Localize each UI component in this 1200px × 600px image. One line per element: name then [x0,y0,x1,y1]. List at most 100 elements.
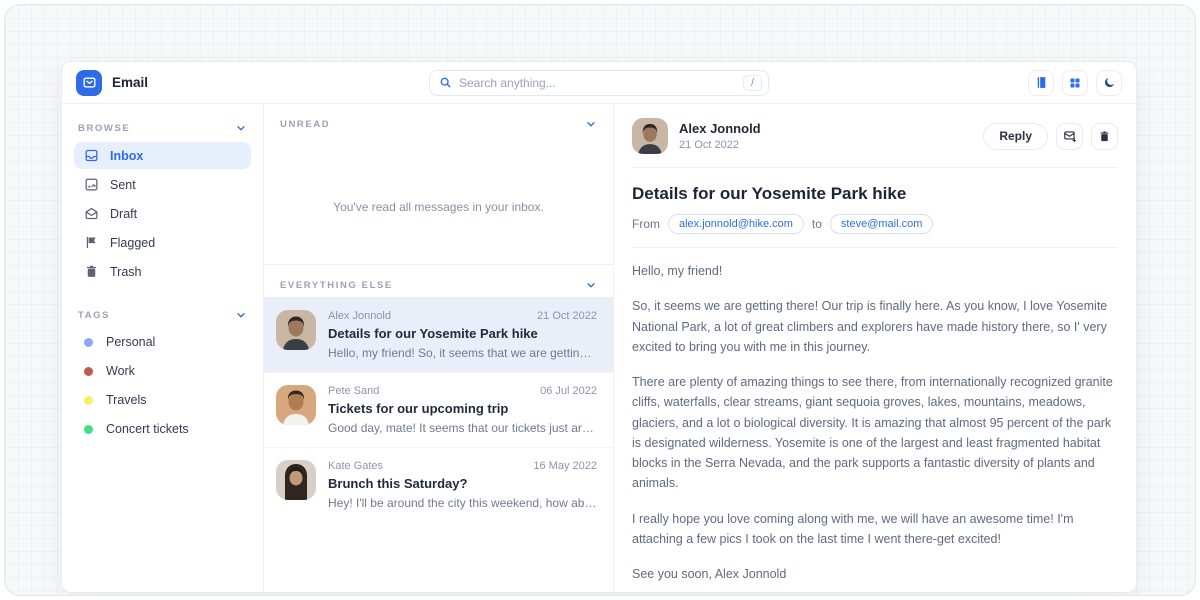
mail-sender: Pete Sand [328,385,379,397]
mail-preview: Hello, my friend! So, it seems that we a… [328,346,597,360]
envelope-forward-icon [1063,129,1077,143]
search-icon [439,76,452,89]
avatar [632,118,668,154]
mail-subject: Tickets for our upcoming trip [328,401,597,416]
sidebar-item-label: Inbox [110,149,143,163]
mail-list-item[interactable]: Alex Jonnold 21 Oct 2022 Details for our… [264,297,613,372]
mail-date: 16 May 2022 [533,460,597,472]
address-book-button[interactable] [1028,70,1054,96]
mail-item-meta: Pete Sand 06 Jul 2022 [328,385,597,397]
delete-mail-button[interactable] [1091,123,1118,150]
search-input[interactable] [459,76,743,90]
email-paragraph: See you soon, Alex Jonnold [632,564,1118,584]
apps-grid-button[interactable] [1062,70,1088,96]
detail-sender-name: Alex Jonnold [679,121,761,136]
tag-label: Personal [106,335,155,349]
email-paragraph: Hello, my friend! [632,261,1118,281]
everything-else-header[interactable]: EVERYTHING ELSE [278,273,599,297]
mail-item-meta: Alex Jonnold 21 Oct 2022 [328,310,597,322]
detail-subject: Details for our Yosemite Park hike [632,184,1118,204]
mail-sender: Kate Gates [328,460,383,472]
mail-subject: Brunch this Saturday? [328,476,597,491]
tag-color-dot [84,338,93,347]
topbar-actions [1028,70,1122,96]
search-shortcut-key: / [743,75,762,91]
mail-item-meta: Kate Gates 16 May 2022 [328,460,597,472]
avatar [276,385,316,425]
tag-color-dot [84,367,93,376]
tag-color-dot [84,425,93,434]
sidebar-item-flagged[interactable]: Flagged [74,229,251,256]
mail-subject: Details for our Yosemite Park hike [328,326,597,341]
trash-icon [1098,130,1111,143]
sidebar-item-sent[interactable]: Sent [74,171,251,198]
sidebar-item-label: Draft [110,207,137,221]
email-paragraph: So, it seems we are getting there! Our t… [632,296,1118,357]
sidebar-item-inbox[interactable]: Inbox [74,142,251,169]
unread-section: UNREAD You've read all messages in your … [264,104,613,264]
dark-mode-button[interactable] [1096,70,1122,96]
tags-section-label: TAGS [78,310,110,321]
email-body: Hello, my friend! So, it seems we are ge… [632,261,1118,584]
mail-item-body: Kate Gates 16 May 2022 Brunch this Satur… [328,460,597,510]
detail-actions: Reply [983,123,1118,150]
chevron-down-icon[interactable] [585,279,597,291]
mail-sender: Alex Jonnold [328,310,391,322]
tags-section-header[interactable]: TAGS [74,303,251,327]
email-logo-icon [76,70,102,96]
to-label: to [812,217,822,231]
from-address-chip[interactable]: alex.jonnold@hike.com [668,214,804,234]
apps-grid-icon [1069,77,1081,89]
mail-list-item[interactable]: Pete Sand 06 Jul 2022 Tickets for our up… [264,372,613,447]
mail-item-body: Pete Sand 06 Jul 2022 Tickets for our up… [328,385,597,435]
page-background: Email / [4,4,1196,596]
unread-section-header[interactable]: UNREAD [278,112,599,136]
tag-item-work[interactable]: Work [74,357,251,385]
mail-date: 21 Oct 2022 [537,310,597,322]
tag-item-personal[interactable]: Personal [74,328,251,356]
chevron-down-icon[interactable] [585,118,597,130]
tag-label: Travels [106,393,147,407]
sidebar: BROWSE Inbox [62,104,264,592]
tags-section: TAGS Personal Work Travels [74,303,251,443]
moon-icon [1103,76,1116,89]
search-bar[interactable]: / [429,70,769,96]
divider [632,247,1118,248]
tag-item-concert-tickets[interactable]: Concert tickets [74,415,251,443]
unread-section-label: UNREAD [280,119,330,130]
to-address-chip[interactable]: steve@mail.com [830,214,933,234]
tag-label: Concert tickets [106,422,189,436]
divider [632,167,1118,168]
sidebar-item-label: Trash [110,265,142,279]
mail-date: 06 Jul 2022 [540,385,597,397]
from-label: From [632,217,660,231]
everything-else-section: EVERYTHING ELSE [264,264,613,592]
browse-section-label: BROWSE [78,123,130,134]
chevron-down-icon[interactable] [235,309,247,321]
inbox-icon [84,148,99,163]
mail-item-body: Alex Jonnold 21 Oct 2022 Details for our… [328,310,597,360]
tag-color-dot [84,396,93,405]
main-columns: BROWSE Inbox [62,104,1136,592]
tag-item-travels[interactable]: Travels [74,386,251,414]
sidebar-item-draft[interactable]: Draft [74,200,251,227]
book-icon [1035,76,1048,89]
sidebar-item-trash[interactable]: Trash [74,258,251,285]
draft-icon [84,206,99,221]
mail-list-column: UNREAD You've read all messages in your … [264,104,614,592]
everything-else-label: EVERYTHING ELSE [280,280,393,291]
forward-mail-button[interactable] [1056,123,1083,150]
chevron-down-icon[interactable] [235,122,247,134]
unread-empty-message: You've read all messages in your inbox. [264,200,613,214]
reply-button[interactable]: Reply [983,123,1048,150]
sidebar-item-label: Sent [110,178,136,192]
avatar [276,310,316,350]
mail-preview: Hey! I'll be around the city this weeken… [328,496,597,510]
email-app-window: Email / [61,61,1137,593]
mail-list-item[interactable]: Kate Gates 16 May 2022 Brunch this Satur… [264,447,613,522]
flag-icon [84,235,99,250]
browse-section-header[interactable]: BROWSE [74,116,251,140]
mail-preview: Good day, mate! It seems that our ticket… [328,421,597,435]
topbar: Email / [62,62,1136,104]
email-paragraph: There are plenty of amazing things to se… [632,372,1118,494]
